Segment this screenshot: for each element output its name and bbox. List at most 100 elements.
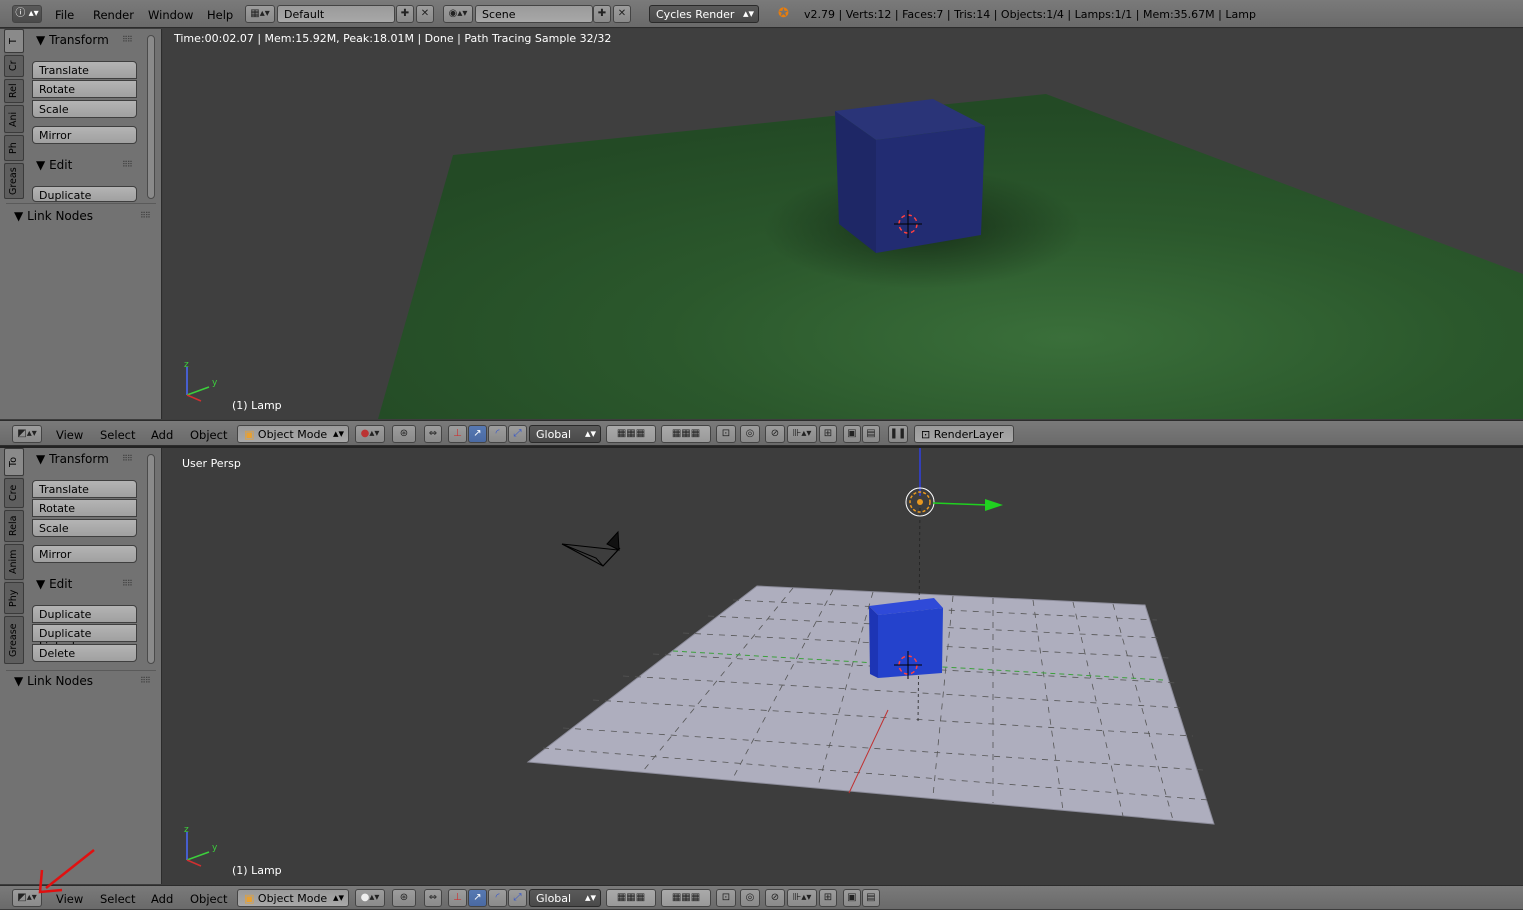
pivot-point-select[interactable]: ⊛ <box>392 889 416 907</box>
transform-panel-header[interactable]: ▼ Transform <box>36 33 109 47</box>
menu-add[interactable]: Add <box>151 428 173 442</box>
mode-select[interactable]: ▣ Object Mode ▴▾ <box>237 425 349 443</box>
manipulator-axes-button[interactable]: ⊥ <box>448 425 467 443</box>
delete-button[interactable]: Delete <box>32 644 137 662</box>
drag-grip-icon[interactable]: ⠿⠿ <box>140 211 151 220</box>
editor-type-button[interactable]: ◩▴▾ <box>12 425 42 443</box>
duplicate-linked-button[interactable]: Duplicate Linked <box>32 624 137 653</box>
tab-physics[interactable]: Phy <box>4 582 24 614</box>
mode-select[interactable]: ▣ Object Mode ▴▾ <box>237 889 349 907</box>
edit-panel-header[interactable]: ▼ Edit <box>36 158 72 172</box>
menu-object[interactable]: Object <box>190 428 227 442</box>
manipulator-toggle-button[interactable]: ⇔ <box>424 425 442 443</box>
proportional-edit-button[interactable]: ◎ <box>740 425 760 443</box>
lock-layers-button[interactable]: ⊡ <box>716 425 736 443</box>
tab-create[interactable]: Cre <box>4 478 24 508</box>
mirror-button[interactable]: Mirror <box>32 126 137 144</box>
opengl-animation-button[interactable]: ▤ <box>862 425 880 443</box>
add-scene-button[interactable]: ✚ <box>593 5 611 23</box>
translate-button[interactable]: Translate <box>32 61 137 79</box>
snap-toggle-button[interactable]: ⊘ <box>765 425 785 443</box>
tab-tools[interactable]: To <box>4 448 24 476</box>
menu-window[interactable]: Window <box>148 8 193 22</box>
tab-physics[interactable]: Ph <box>4 135 24 161</box>
tab-animation[interactable]: Ani <box>4 105 24 133</box>
scene-name-field[interactable]: Scene <box>475 5 593 23</box>
layers-group-1[interactable]: ▦▦▦ <box>606 889 656 907</box>
snap-toggle-button[interactable]: ⊘ <box>765 889 785 907</box>
duplicate-button[interactable]: Duplicate <box>32 605 137 623</box>
tab-relations[interactable]: Rela <box>4 510 24 542</box>
proportional-edit-button[interactable]: ◎ <box>740 889 760 907</box>
drag-grip-icon[interactable]: ⠿⠿ <box>122 579 133 588</box>
tab-grease-pencil[interactable]: Grease <box>4 616 24 664</box>
edit-panel-header[interactable]: ▼ Edit <box>36 577 72 591</box>
tab-create[interactable]: Cr <box>4 55 24 77</box>
pivot-point-select[interactable]: ⊛ <box>392 425 416 443</box>
rotate-manipulator-button[interactable]: ◜ <box>488 889 507 907</box>
menu-add[interactable]: Add <box>151 892 173 906</box>
opengl-render-button[interactable]: ▣ <box>843 889 861 907</box>
manipulator-toggle-button[interactable]: ⇔ <box>424 889 442 907</box>
rotate-manipulator-button[interactable]: ◜ <box>488 425 507 443</box>
transform-panel-header[interactable]: ▼ Transform <box>36 452 109 466</box>
translate-button[interactable]: Translate <box>32 480 137 498</box>
layers-group-1[interactable]: ▦▦▦ <box>606 425 656 443</box>
rotate-button[interactable]: Rotate <box>32 80 137 98</box>
rotate-button[interactable]: Rotate <box>32 499 137 517</box>
link-nodes-panel-header[interactable]: ▼ Link Nodes <box>14 209 93 223</box>
menu-render[interactable]: Render <box>93 8 134 22</box>
add-layout-button[interactable]: ✚ <box>396 5 414 23</box>
menu-select[interactable]: Select <box>100 428 135 442</box>
scene-browse-button[interactable]: ◉▴▾ <box>443 5 473 23</box>
snap-element-select[interactable]: ⊪▴▾ <box>787 425 817 443</box>
translate-manipulator-button[interactable]: ↗ <box>468 889 487 907</box>
tool-shelf-scrollbar[interactable] <box>147 454 155 664</box>
link-nodes-title: Link Nodes <box>27 674 94 688</box>
rendered-viewport[interactable]: Time:00:02.07 | Mem:15.92M, Peak:18.01M … <box>163 29 1523 419</box>
layout-browse-button[interactable]: ▦▴▾ <box>245 5 275 23</box>
solid-viewport[interactable]: User Persp z y (1) Lamp <box>163 448 1523 884</box>
scale-manipulator-button[interactable]: ⤢ <box>508 889 527 907</box>
drag-grip-icon[interactable]: ⠿⠿ <box>140 676 151 685</box>
snap-target-button[interactable]: ⊞ <box>819 889 837 907</box>
tab-tools[interactable]: T <box>4 29 24 53</box>
transform-orientation-select[interactable]: Global ▴▾ <box>529 889 601 907</box>
snap-target-button[interactable]: ⊞ <box>819 425 837 443</box>
tab-grease-pencil[interactable]: Greas <box>4 163 24 199</box>
transform-orientation-select[interactable]: Global ▴▾ <box>529 425 601 443</box>
editor-type-info-button[interactable]: ⓘ ▴▾ <box>12 5 42 23</box>
viewport-shading-select[interactable]: ●▴▾ <box>355 425 385 443</box>
menu-object[interactable]: Object <box>190 892 227 906</box>
scale-button[interactable]: Scale <box>32 100 137 118</box>
duplicate-button[interactable]: Duplicate <box>32 186 137 202</box>
layers-group-2[interactable]: ▦▦▦ <box>661 889 711 907</box>
tab-animation[interactable]: Anim <box>4 544 24 580</box>
snap-element-select[interactable]: ⊪▴▾ <box>787 889 817 907</box>
drag-grip-icon[interactable]: ⠿⠿ <box>122 160 133 169</box>
menu-file[interactable]: File <box>55 8 74 22</box>
menu-view[interactable]: View <box>56 428 83 442</box>
viewport-shading-select[interactable]: ●▴▾ <box>355 889 385 907</box>
layout-name-field[interactable]: Default <box>277 5 395 23</box>
drag-grip-icon[interactable]: ⠿⠿ <box>122 454 133 463</box>
render-pause-button[interactable]: ❚❚ <box>888 425 908 443</box>
mirror-button[interactable]: Mirror <box>32 545 137 563</box>
render-engine-select[interactable]: Cycles Render ▴▾ <box>649 5 759 23</box>
menu-help[interactable]: Help <box>207 8 233 22</box>
layers-group-2[interactable]: ▦▦▦ <box>661 425 711 443</box>
remove-layout-button[interactable]: ✕ <box>416 5 434 23</box>
manipulator-axes-button[interactable]: ⊥ <box>448 889 467 907</box>
drag-grip-icon[interactable]: ⠿⠿ <box>122 35 133 44</box>
scale-button[interactable]: Scale <box>32 519 137 537</box>
remove-scene-button[interactable]: ✕ <box>613 5 631 23</box>
scale-manipulator-button[interactable]: ⤢ <box>508 425 527 443</box>
lock-layers-button[interactable]: ⊡ <box>716 889 736 907</box>
link-nodes-panel-header[interactable]: ▼ Link Nodes <box>14 674 93 688</box>
tool-shelf-scrollbar[interactable] <box>147 35 155 199</box>
render-layer-select[interactable]: ⊡ RenderLayer <box>914 425 1014 443</box>
opengl-animation-button[interactable]: ▤ <box>862 889 880 907</box>
opengl-render-button[interactable]: ▣ <box>843 425 861 443</box>
tab-relations[interactable]: Rel <box>4 79 24 103</box>
translate-manipulator-button[interactable]: ↗ <box>468 425 487 443</box>
